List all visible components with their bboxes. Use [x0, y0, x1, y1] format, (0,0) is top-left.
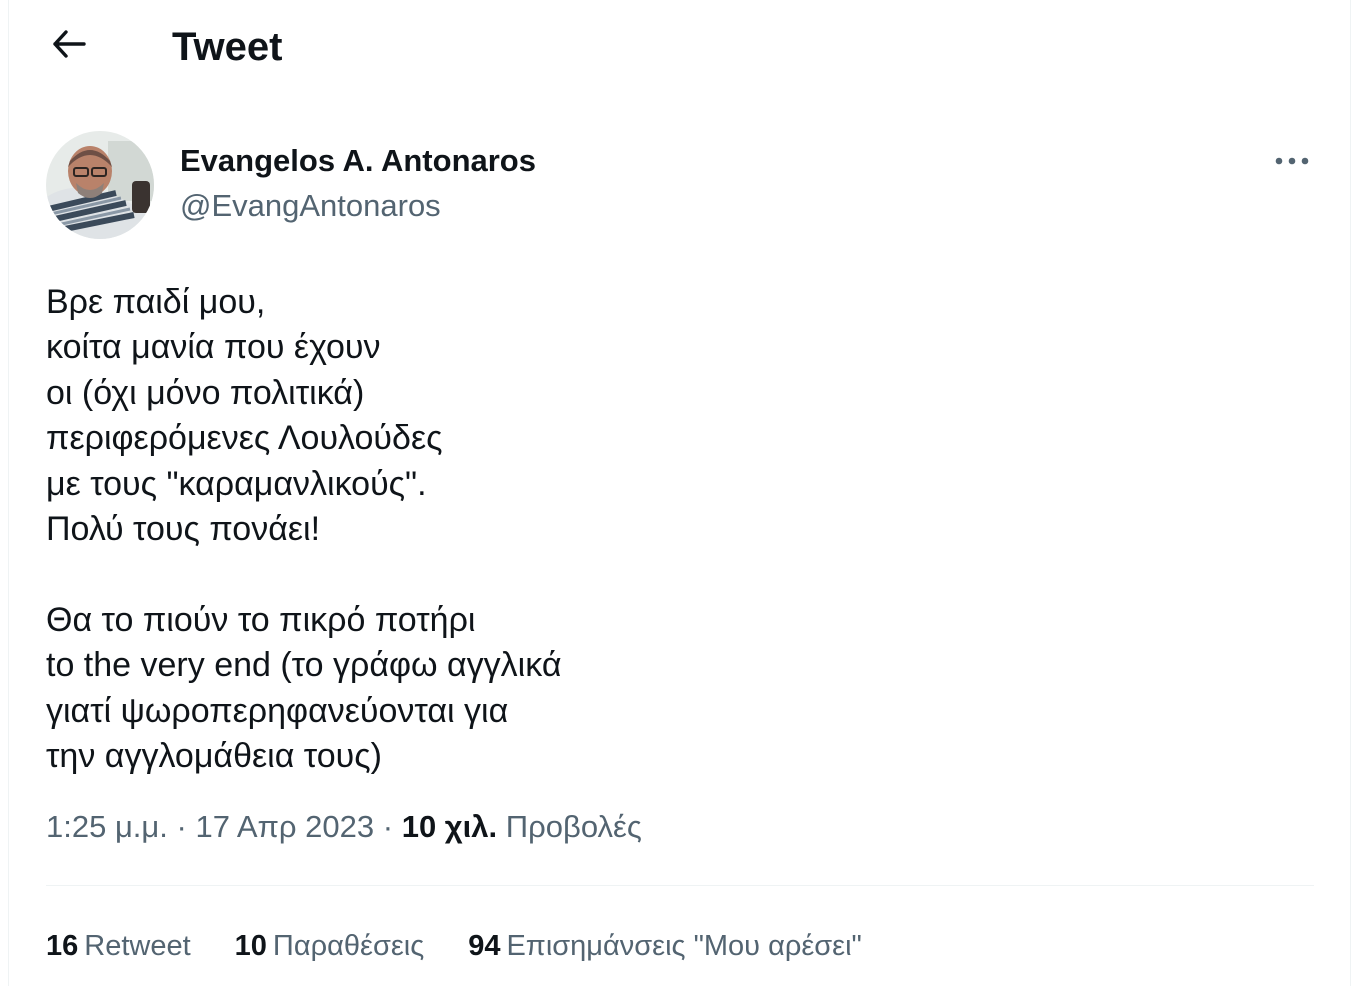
tweet-meta: 1:25 μ.μ. · 17 Απρ 2023 · 10 χιλ. Προβολ… [46, 807, 642, 847]
arrow-left-icon [52, 29, 86, 64]
views-label: Προβολές [505, 809, 642, 844]
retweets-stat[interactable]: 16 Retweet [46, 926, 191, 966]
likes-count: 94 [468, 930, 501, 962]
retweets-count: 16 [46, 930, 79, 962]
tweet-page: Tweet Evangelos A. Antonaros @EvangAnton… [8, 0, 1351, 986]
more-options-button[interactable] [1267, 140, 1317, 184]
engagement-stats: 16 Retweet 10 Παραθέσεις 94 Επισημάνσεις "Μ… [46, 926, 906, 966]
tweet-time[interactable]: 1:25 μ.μ. [46, 809, 168, 844]
views-count: 10 χιλ. [401, 809, 498, 844]
author-handle[interactable]: @EvangAntonaros [180, 186, 441, 226]
likes-label: Επισημάνσεις "Μου αρέσει" [506, 930, 862, 962]
divider [46, 885, 1314, 886]
back-button[interactable] [45, 22, 93, 70]
quotes-count: 10 [234, 930, 267, 962]
page-title: Tweet [172, 25, 283, 69]
author-display-name[interactable]: Evangelos A. Antonaros [180, 141, 536, 181]
quotes-stat[interactable]: 10 Παραθέσεις [235, 926, 425, 966]
page-header: Tweet [9, 0, 1350, 95]
likes-stat[interactable]: 94 Επισημάνσεις "Μου αρέσει" [468, 926, 862, 966]
tweet-text: Βρε παιδί μου, κοίτα μανία που έχουν οι … [46, 283, 562, 776]
tweet-date[interactable]: 17 Απρ 2023 [195, 809, 374, 844]
retweets-label: Retweet [84, 930, 191, 962]
more-horizontal-icon [1274, 153, 1310, 171]
quotes-label: Παραθέσεις [272, 930, 425, 962]
meta-separator: · [176, 809, 196, 844]
avatar[interactable] [46, 131, 154, 239]
meta-separator: · [382, 809, 402, 844]
